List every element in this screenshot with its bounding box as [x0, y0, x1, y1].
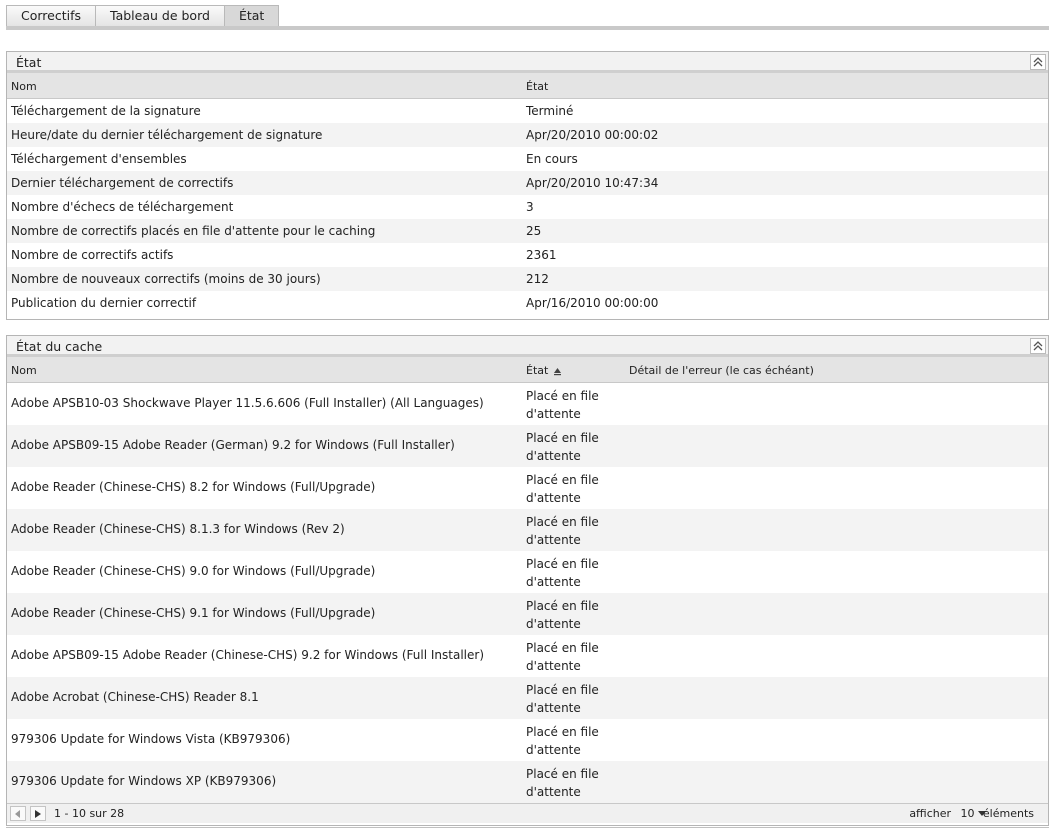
pagination-bar: 1 - 10 sur 28 afficher 10 éléments — [7, 803, 1048, 823]
column-header-nom[interactable]: Nom — [11, 80, 37, 93]
table-row[interactable]: 979306 Update for Windows XP (KB979306) P… — [7, 761, 1048, 803]
table-row: Téléchargement d'ensembles En cours — [7, 147, 1048, 171]
status-name-cell: Téléchargement d'ensembles — [11, 152, 187, 166]
column-header-etat[interactable]: État — [526, 364, 562, 377]
status-name-cell: Nombre d'échecs de téléchargement — [11, 200, 234, 214]
table-row[interactable]: Adobe Reader (Chinese-CHS) 8.2 for Windo… — [7, 467, 1048, 509]
cache-table-body: Adobe APSB10-03 Shockwave Player 11.5.6.… — [7, 383, 1048, 803]
status-value-cell: 3 — [526, 200, 534, 214]
cache-panel: État du cache Nom État Détail de l'erreu… — [6, 335, 1049, 826]
patch-name-cell: Adobe APSB10-03 Shockwave Player 11.5.6.… — [11, 396, 484, 410]
double-chevron-up-icon — [1033, 341, 1043, 351]
status-table-body: Téléchargement de la signature Terminé Heu… — [7, 99, 1048, 315]
status-value-cell: Apr/20/2010 00:00:02 — [526, 128, 659, 142]
tab-bar-divider — [6, 26, 1049, 30]
cache-status-cell: Placé en file d'attente — [526, 515, 599, 547]
status-panel: État Nom État Téléchargement de la signa… — [6, 51, 1049, 320]
patch-name-cell: 979306 Update for Windows Vista (KB97930… — [11, 732, 291, 746]
patch-name-cell: Adobe Reader (Chinese-CHS) 9.1 for Windo… — [11, 606, 376, 620]
table-row: Heure/date du dernier téléchargement de … — [7, 123, 1048, 147]
tab-correctifs[interactable]: Correctifs — [6, 5, 97, 26]
patch-name-cell: Adobe Acrobat (Chinese-CHS) Reader 8.1 — [11, 690, 259, 704]
patch-name-cell: Adobe Reader (Chinese-CHS) 9.0 for Windo… — [11, 564, 376, 578]
sort-ascending-icon — [554, 367, 562, 375]
tab-etat[interactable]: État — [223, 5, 280, 26]
cache-status-cell: Placé en file d'attente — [526, 389, 599, 421]
arrow-right-icon — [35, 809, 41, 818]
status-value-cell: Terminé — [526, 104, 574, 118]
cache-status-cell: Placé en file d'attente — [526, 599, 599, 631]
page-bottom-divider — [6, 827, 1049, 828]
table-row[interactable]: Adobe APSB10-03 Shockwave Player 11.5.6.… — [7, 383, 1048, 425]
collapse-button[interactable] — [1030, 338, 1046, 354]
cache-status-cell: Placé en file d'attente — [526, 557, 599, 589]
patch-name-cell: Adobe Reader (Chinese-CHS) 8.2 for Windo… — [11, 480, 376, 494]
table-row[interactable]: Adobe Reader (Chinese-CHS) 8.1.3 for Win… — [7, 509, 1048, 551]
status-name-cell: Publication du dernier correctif — [11, 296, 197, 310]
status-value-cell: 212 — [526, 272, 549, 286]
status-name-cell: Téléchargement de la signature — [11, 104, 201, 118]
page-size-value: 10 — [960, 807, 975, 820]
cache-status-cell: Placé en file d'attente — [526, 767, 599, 799]
status-value-cell: 25 — [526, 224, 542, 238]
column-header-error-detail[interactable]: Détail de l'erreur (le cas échéant) — [629, 364, 814, 377]
previous-page-button[interactable] — [10, 806, 26, 821]
table-row[interactable]: Adobe Reader (Chinese-CHS) 9.0 for Windo… — [7, 551, 1048, 593]
table-row: Téléchargement de la signature Terminé — [7, 99, 1048, 123]
cache-table-header: Nom État Détail de l'erreur (le cas éché… — [7, 357, 1048, 383]
table-row: Nombre de correctifs placés en file d'at… — [7, 219, 1048, 243]
cache-panel-title: État du cache — [16, 339, 103, 354]
tab-tableau-de-bord[interactable]: Tableau de bord — [95, 5, 225, 26]
table-row[interactable]: Adobe APSB09-15 Adobe Reader (German) 9.… — [7, 425, 1048, 467]
status-value-cell: 2361 — [526, 248, 557, 262]
status-value-cell: En cours — [526, 152, 578, 166]
patch-name-cell: Adobe Reader (Chinese-CHS) 8.1.3 for Win… — [11, 522, 345, 536]
next-page-button[interactable] — [30, 806, 46, 821]
column-header-nom[interactable]: Nom — [11, 364, 37, 377]
page-size-label: afficher — [909, 807, 951, 820]
table-row: Nombre d'échecs de téléchargement 3 — [7, 195, 1048, 219]
status-name-cell: Nombre de nouveaux correctifs (moins de … — [11, 272, 321, 286]
column-header-etat-label: État — [526, 364, 549, 377]
table-row: Nombre de nouveaux correctifs (moins de … — [7, 267, 1048, 291]
arrow-left-icon — [15, 809, 20, 818]
table-row[interactable]: Adobe APSB09-15 Adobe Reader (Chinese-CH… — [7, 635, 1048, 677]
collapse-button[interactable] — [1030, 54, 1046, 70]
status-value-cell: Apr/16/2010 00:00:00 — [526, 296, 659, 310]
patch-name-cell: Adobe APSB09-15 Adobe Reader (Chinese-CH… — [11, 648, 485, 662]
table-row[interactable]: Adobe Acrobat (Chinese-CHS) Reader 8.1 Pl… — [7, 677, 1048, 719]
cache-status-cell: Placé en file d'attente — [526, 641, 599, 673]
cache-status-cell: Placé en file d'attente — [526, 473, 599, 505]
status-name-cell: Nombre de correctifs actifs — [11, 248, 174, 262]
status-value-cell: Apr/20/2010 10:47:34 — [526, 176, 659, 190]
cache-status-cell: Placé en file d'attente — [526, 683, 599, 715]
table-row[interactable]: Adobe Reader (Chinese-CHS) 9.1 for Windo… — [7, 593, 1048, 635]
items-label: éléments — [982, 807, 1034, 820]
patch-name-cell: 979306 Update for Windows XP (KB979306) — [11, 774, 277, 788]
patch-name-cell: Adobe APSB09-15 Adobe Reader (German) 9.… — [11, 438, 455, 452]
status-panel-header: État — [7, 52, 1048, 73]
status-name-cell: Heure/date du dernier téléchargement de … — [11, 128, 323, 142]
status-name-cell: Dernier téléchargement de correctifs — [11, 176, 234, 190]
tab-bar: Correctifs Tableau de bord État — [6, 5, 280, 26]
status-panel-title: État — [16, 55, 42, 70]
status-name-cell: Nombre de correctifs placés en file d'at… — [11, 224, 376, 238]
table-row[interactable]: 979306 Update for Windows Vista (KB97930… — [7, 719, 1048, 761]
table-row: Nombre de correctifs actifs 2361 — [7, 243, 1048, 267]
cache-status-cell: Placé en file d'attente — [526, 725, 599, 757]
cache-panel-header: État du cache — [7, 336, 1048, 357]
column-header-etat[interactable]: État — [526, 80, 548, 93]
cache-status-cell: Placé en file d'attente — [526, 431, 599, 463]
table-row: Publication du dernier correctif Apr/16/2… — [7, 291, 1048, 315]
pagination-range: 1 - 10 sur 28 — [54, 807, 125, 820]
status-table-header: Nom État — [7, 73, 1048, 99]
double-chevron-up-icon — [1033, 57, 1043, 67]
table-row: Dernier téléchargement de correctifs Apr/… — [7, 171, 1048, 195]
